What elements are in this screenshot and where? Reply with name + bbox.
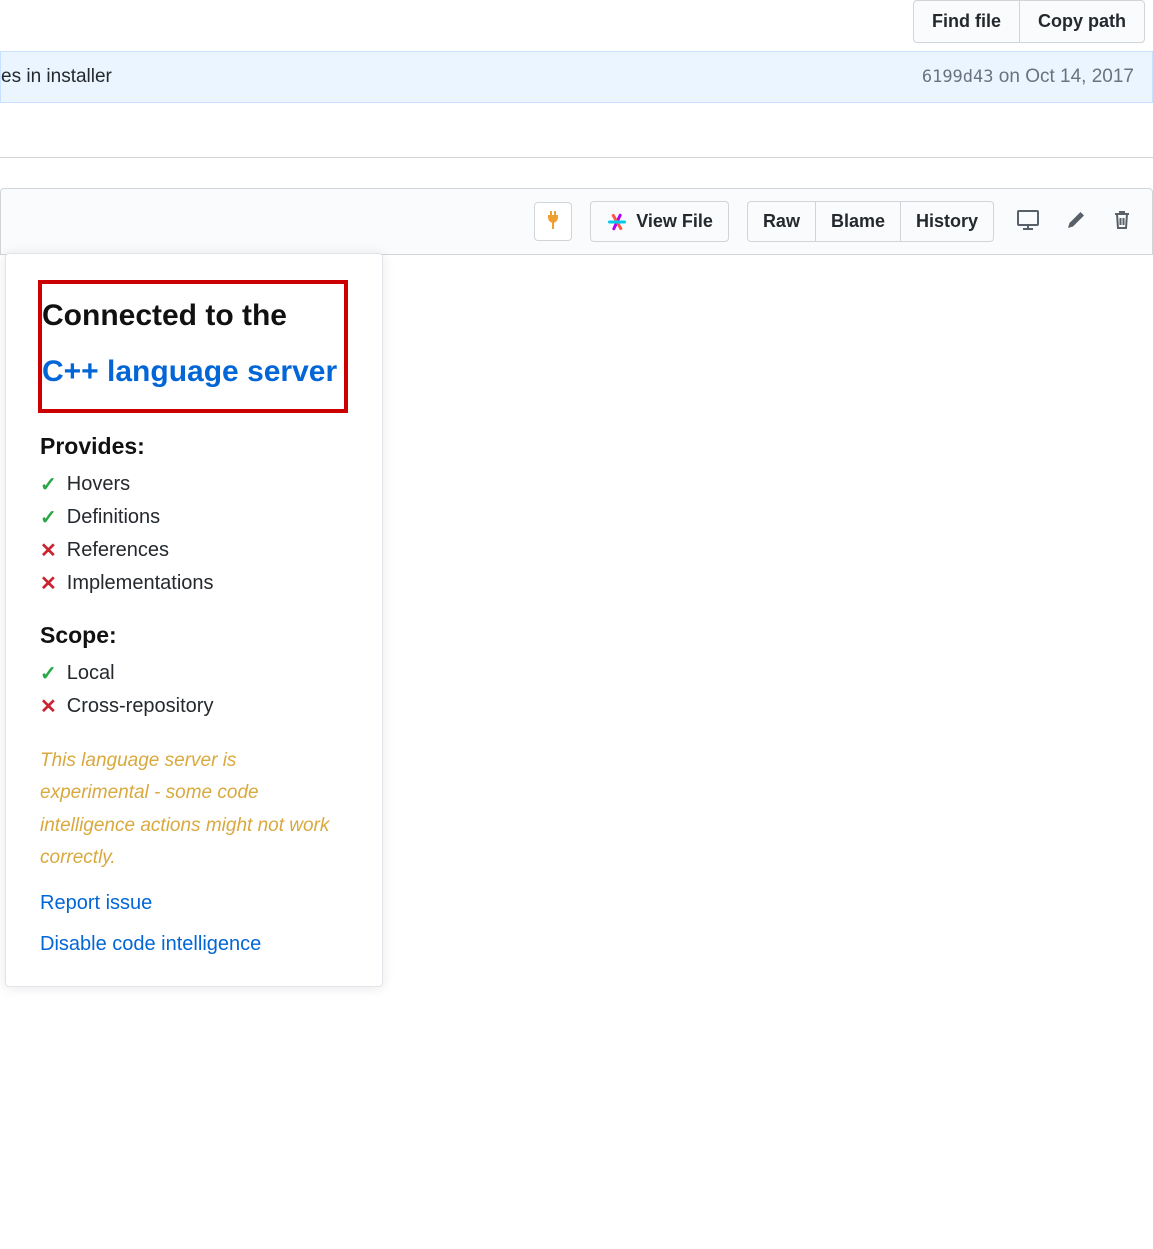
popover-title: Connected to the C++ language server — [42, 288, 338, 399]
source-button-group: Raw Blame History — [747, 201, 994, 242]
code-intel-plug-button[interactable] — [534, 202, 572, 241]
capability-label: Hovers — [67, 473, 130, 496]
popover-title-prefix: Connected to the — [42, 299, 287, 332]
commit-meta: 6199d43 on Oct 14, 2017 — [922, 66, 1134, 88]
edit-button[interactable] — [1062, 206, 1090, 237]
experimental-warning: This language server is experimental - s… — [40, 745, 348, 874]
code-intel-popover: Connected to the C++ language server Pro… — [5, 253, 383, 987]
capability-label: References — [67, 539, 169, 562]
disable-code-intel-link[interactable]: Disable code intelligence — [40, 933, 348, 956]
delete-button[interactable] — [1108, 205, 1136, 238]
desktop-button[interactable] — [1012, 205, 1044, 238]
view-file-button[interactable]: View File — [590, 201, 729, 242]
view-file-label: View File — [636, 208, 713, 235]
spacer — [0, 103, 1153, 158]
blame-button[interactable]: Blame — [815, 201, 900, 242]
list-item: ✓ Hovers — [40, 468, 348, 501]
pencil-icon — [1066, 210, 1086, 233]
plug-icon — [545, 211, 561, 232]
find-file-button[interactable]: Find file — [913, 0, 1019, 43]
copy-path-button[interactable]: Copy path — [1019, 0, 1145, 43]
language-server-link[interactable]: C++ language server — [42, 355, 337, 388]
report-issue-link[interactable]: Report issue — [40, 892, 348, 915]
raw-button[interactable]: Raw — [747, 201, 815, 242]
provides-heading: Provides: — [40, 433, 348, 460]
scope-label: Local — [67, 662, 115, 685]
capability-label: Definitions — [67, 506, 160, 529]
list-item: ✕ References — [40, 534, 348, 567]
capability-label: Implementations — [67, 572, 214, 595]
scope-heading: Scope: — [40, 622, 348, 649]
scope-list: ✓ Local ✕ Cross-repository — [40, 657, 348, 723]
cross-icon: ✕ — [40, 538, 57, 563]
commit-date: on Oct 14, 2017 — [999, 66, 1134, 87]
title-highlight: Connected to the C++ language server — [38, 280, 348, 413]
check-icon: ✓ — [40, 661, 57, 686]
file-header: View File Raw Blame History Connected to… — [0, 188, 1153, 255]
list-item: ✓ Definitions — [40, 501, 348, 534]
list-item: ✕ Cross-repository — [40, 690, 348, 723]
list-item: ✕ Implementations — [40, 567, 348, 600]
list-item: ✓ Local — [40, 657, 348, 690]
history-button[interactable]: History — [900, 201, 994, 242]
check-icon: ✓ — [40, 472, 57, 497]
cross-icon: ✕ — [40, 571, 57, 596]
cross-icon: ✕ — [40, 694, 57, 719]
trash-icon — [1112, 209, 1132, 234]
sourcegraph-logo-icon — [606, 211, 628, 233]
scope-label: Cross-repository — [67, 695, 214, 718]
commit-message: es in installer — [1, 66, 112, 88]
commit-bar: es in installer 6199d43 on Oct 14, 2017 — [0, 51, 1153, 103]
desktop-icon — [1016, 209, 1040, 234]
commit-sha[interactable]: 6199d43 — [922, 67, 994, 87]
check-icon: ✓ — [40, 505, 57, 530]
provides-list: ✓ Hovers ✓ Definitions ✕ References ✕ Implem… — [40, 468, 348, 600]
